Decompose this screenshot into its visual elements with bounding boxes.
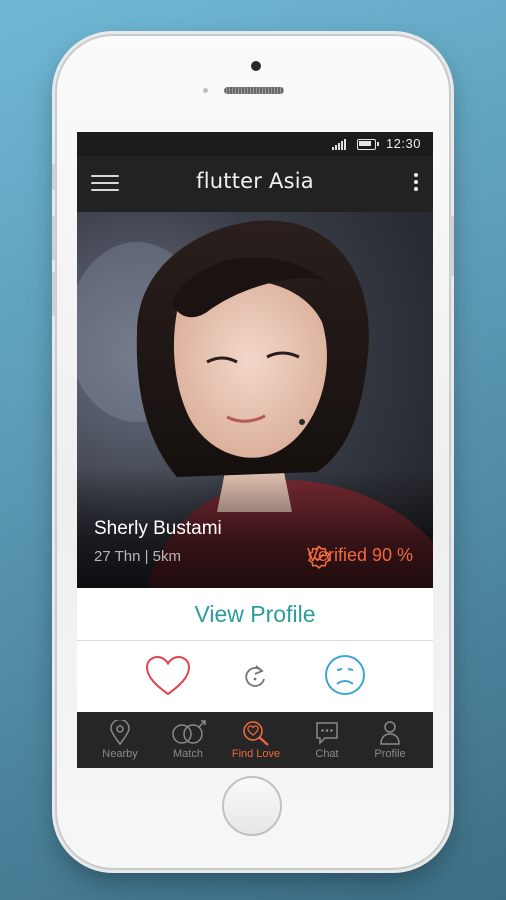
app-bar: flutter Asia xyxy=(77,156,433,212)
more-vertical-icon[interactable] xyxy=(413,173,419,195)
user-icon xyxy=(380,721,400,745)
power-button xyxy=(450,216,454,276)
verified-badge-icon xyxy=(307,545,330,569)
heart-icon[interactable] xyxy=(145,655,191,697)
app-title: flutter Asia xyxy=(196,169,314,193)
nav-item-match[interactable]: Match xyxy=(158,712,218,768)
nav-item-profile[interactable]: Profile xyxy=(360,712,420,768)
nav-item-find-love[interactable]: Find Love xyxy=(226,712,286,768)
profile-name: Sherly Bustami xyxy=(94,518,222,539)
verified-status: Verified 90 % xyxy=(307,545,413,569)
nav-item-chat[interactable]: Chat xyxy=(297,712,357,768)
signal-icon xyxy=(332,139,346,150)
phone-screen: 12:30 flutter Asia Sherly Bustami 27 Thn… xyxy=(77,132,433,768)
view-profile-button[interactable]: View Profile xyxy=(77,588,433,641)
nav-label-match: Match xyxy=(173,748,203,760)
proximity-sensor xyxy=(203,88,208,93)
nav-item-nearby[interactable]: Nearby xyxy=(90,712,150,768)
volume-down-button xyxy=(52,272,56,316)
profile-details: 27 Thn | 5km xyxy=(94,548,181,565)
home-button[interactable] xyxy=(222,776,282,836)
nav-label-profile: Profile xyxy=(374,748,406,760)
status-bar: 12:30 xyxy=(77,132,433,156)
nav-label-chat: Chat xyxy=(315,748,339,760)
heart-search-icon xyxy=(243,721,269,746)
nav-label-nearby: Nearby xyxy=(102,748,138,760)
earpiece-speaker xyxy=(224,87,284,94)
chat-bubble-icon xyxy=(316,722,338,745)
refresh-icon[interactable] xyxy=(242,663,268,691)
volume-up-button xyxy=(52,216,56,260)
battery-icon xyxy=(357,139,379,150)
bottom-navigation: Nearby Match Find Love Chat Profile xyxy=(77,712,433,768)
action-row xyxy=(77,641,433,712)
location-pin-icon xyxy=(110,720,130,746)
nav-label-find-love: Find Love xyxy=(231,748,281,760)
status-time: 12:30 xyxy=(385,136,421,151)
gender-match-icon xyxy=(172,720,206,744)
profile-photo[interactable]: Sherly Bustami 27 Thn | 5km Verified 90 … xyxy=(77,212,433,588)
sad-face-icon[interactable] xyxy=(324,654,366,696)
front-camera xyxy=(251,61,261,71)
mute-switch xyxy=(52,164,56,190)
